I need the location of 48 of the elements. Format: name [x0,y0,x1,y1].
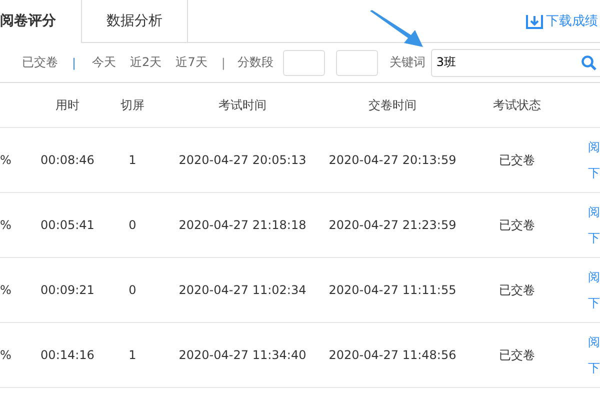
table-cell-text: 已交卷 [498,346,536,364]
column-header: 切屏 [120,96,146,114]
table-cell-text: 0 [128,218,138,232]
table-cell-text: 2020-04-27 11:11:55 [328,283,458,297]
table-cell-text: 00:05:41 [40,218,96,232]
table-cell-text: 1 [128,153,138,167]
table-cell-text: 00:08:46 [40,153,96,167]
table-cell-text: 2020-04-27 21:23:59 [328,218,458,232]
column-header: 用时 [54,96,80,114]
action-link[interactable]: 阅 [588,268,600,286]
column-header: 考试时间 [218,96,268,114]
filter-option[interactable]: 近7天 [176,54,208,71]
table-cell-text: 00:14:16 [40,348,96,362]
keyword-label: 关键词 [389,54,426,71]
action-link[interactable]: 下 [588,294,600,312]
table-cell-text: 2020-04-27 20:05:13 [178,153,308,167]
table-cell-text: 2020-04-27 11:48:56 [328,348,458,362]
download-link[interactable]: 下载成绩 [526,12,598,30]
column-header: 考试状态 [492,96,542,114]
separator: | [72,56,76,70]
table-cell-text: 2020-04-27 20:13:59 [328,153,458,167]
keyword-field[interactable]: 3班 [431,48,600,76]
table-cell-text: % [0,283,12,297]
action-link[interactable]: 下 [588,360,600,376]
table-cell-text: % [0,153,12,167]
action-link[interactable]: 阅 [588,334,600,350]
table-cell-text: 1 [128,348,138,362]
column-header: 交卷时间 [368,96,418,114]
table-cell-text: 2020-04-27 11:02:34 [178,283,308,297]
separator: | [221,56,226,70]
tab[interactable]: 数据分析 [81,0,188,43]
filter-label: 分数段 [237,54,274,71]
filter-option[interactable]: 近2天 [130,54,162,71]
table-cell-text: 0 [128,283,138,297]
action-link[interactable]: 下 [588,164,600,182]
action-link[interactable]: 阅 [588,204,600,220]
action-link[interactable]: 阅 [588,138,600,156]
table-cell-text: % [0,348,12,362]
table-cell-text: 已交卷 [498,152,536,168]
table-cell-text: 00:09:21 [40,283,96,297]
filter-option[interactable]: 今天 [92,54,116,71]
action-link[interactable]: 下 [588,230,600,246]
table-cell-text: % [0,218,12,232]
table-cell-text: 已交卷 [498,282,536,298]
filter-option[interactable]: 已交卷 [22,54,58,71]
table-cell-text: 2020-04-27 11:34:40 [178,348,308,362]
table-cell-text: 已交卷 [498,216,536,234]
table-cell-text: 2020-04-27 21:18:18 [178,218,308,232]
